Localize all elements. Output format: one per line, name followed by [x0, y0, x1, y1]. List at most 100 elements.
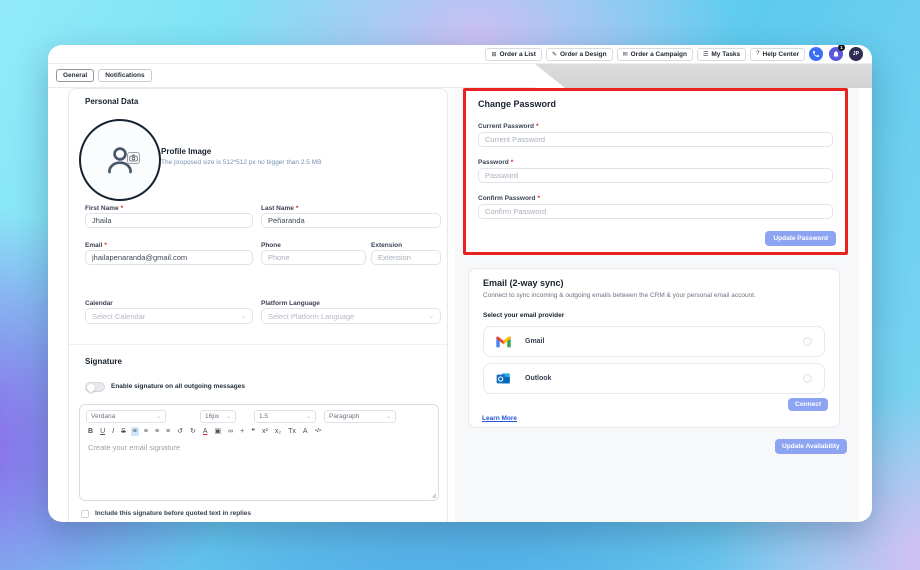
personal-data-title: Personal Data	[85, 97, 139, 106]
provider-row-gmail[interactable]: Gmail	[483, 326, 825, 357]
last-name-label: Last Name *	[261, 205, 299, 212]
font-size-select[interactable]: 16px ⌄	[200, 410, 236, 423]
update-password-button[interactable]: Update Password	[765, 231, 836, 246]
font-family-select[interactable]: Verdana ⌄	[86, 410, 166, 423]
platform-language-label: Platform Language	[261, 300, 320, 307]
align-center-icon[interactable]: ≡	[142, 427, 150, 436]
notification-badge: 1	[838, 45, 845, 51]
profile-image-hint: The proposed size is 512*512 px no bigge…	[161, 159, 322, 166]
platform-language-select[interactable]: Select Platform Language ⌄	[261, 308, 441, 324]
platform-language-select-value: Select Platform Language	[268, 311, 355, 321]
link-icon[interactable]: ∞	[226, 427, 235, 436]
provider-row-outlook[interactable]: Outlook	[483, 363, 825, 394]
connect-button[interactable]: Connect	[788, 398, 828, 411]
user-avatar[interactable]: JP	[849, 47, 863, 61]
subscript-icon[interactable]: x₂	[273, 427, 283, 436]
gmail-label: Gmail	[525, 338, 545, 345]
main-window: ⊞ Order a List ✎ Order a Design ✉ Order …	[48, 45, 872, 522]
image-icon[interactable]: ▣	[213, 427, 224, 436]
order-a-list-button[interactable]: ⊞ Order a List	[485, 47, 542, 61]
order-design-label: Order a Design	[559, 50, 607, 58]
order-list-icon: ⊞	[491, 51, 497, 58]
my-tasks-label: My Tasks	[711, 50, 741, 58]
strikethrough-icon[interactable]: S	[119, 427, 128, 436]
first-name-field[interactable]	[85, 213, 253, 228]
phone-field[interactable]	[261, 250, 366, 265]
learn-more-link[interactable]: Learn More	[482, 415, 517, 422]
outlook-icon	[496, 372, 510, 383]
superscript-icon[interactable]: x²	[260, 427, 270, 436]
password-field[interactable]	[478, 168, 833, 183]
confirm-password-label: Confirm Password *	[478, 195, 540, 202]
topbar: ⊞ Order a List ✎ Order a Design ✉ Order …	[48, 45, 872, 64]
paragraph-style-select[interactable]: Paragraph ⌄	[324, 410, 396, 423]
help-center-label: Help Center	[762, 50, 799, 58]
envelope-icon: ✉	[622, 51, 628, 58]
tabs-row: General Notifications	[48, 64, 535, 88]
order-campaign-label: Order a Campaign	[630, 50, 687, 58]
paragraph-style-value: Paragraph	[329, 413, 360, 420]
italic-icon[interactable]: I	[110, 427, 116, 436]
undo-icon[interactable]: ↺	[175, 427, 185, 436]
signature-toggle[interactable]	[85, 382, 105, 392]
email-sync-title: Email (2-way sync)	[483, 278, 564, 288]
insert-icon[interactable]: +	[238, 427, 246, 436]
tab-notifications[interactable]: Notifications	[98, 69, 152, 82]
tab-general[interactable]: General	[56, 69, 95, 82]
calendar-select-value: Select Calendar	[92, 311, 146, 321]
chevron-down-icon: ⌄	[385, 414, 391, 420]
upload-photo-button[interactable]	[127, 152, 140, 164]
editor-format-row: Verdana ⌄ 16px ⌄ 1.5 ⌄ Paragraph ⌄	[80, 405, 438, 425]
section-divider	[69, 344, 447, 345]
calendar-select[interactable]: Select Calendar ⌄	[85, 308, 253, 324]
profile-image-title: Profile Image	[161, 147, 212, 156]
my-tasks-button[interactable]: ☰ My Tasks	[696, 47, 747, 61]
outlook-radio[interactable]	[803, 374, 812, 383]
chevron-down-icon: ⌄	[305, 414, 311, 420]
extension-field[interactable]	[371, 250, 441, 265]
help-center-button[interactable]: ? Help Center	[750, 47, 805, 61]
order-a-campaign-button[interactable]: ✉ Order a Campaign	[616, 47, 693, 61]
question-icon: ?	[756, 51, 760, 57]
align-right-icon[interactable]: ≡	[153, 427, 161, 436]
redo-icon[interactable]: ↻	[188, 427, 198, 436]
font-family-value: Verdana	[91, 413, 116, 420]
password-label: Password *	[478, 159, 514, 166]
personal-data-panel: Personal Data Profile Image The proposed…	[68, 88, 448, 522]
highlight-icon[interactable]: A	[301, 427, 310, 436]
confirm-password-field[interactable]	[478, 204, 833, 219]
email-sync-description: Connect to sync incoming & outgoing emai…	[483, 292, 756, 299]
update-availability-button[interactable]: Update Availability	[775, 439, 847, 454]
email-field[interactable]	[85, 250, 253, 265]
line-height-select[interactable]: 1.5 ⌄	[254, 410, 316, 423]
chevron-down-icon: ⌄	[240, 313, 246, 320]
line-height-value: 1.5	[259, 413, 269, 420]
bold-icon[interactable]: B	[86, 427, 95, 436]
list-icon: ☰	[702, 51, 709, 58]
current-password-field[interactable]	[478, 132, 833, 147]
resize-handle-icon[interactable]: ◢	[431, 492, 436, 499]
blockquote-icon[interactable]: ❝	[249, 427, 257, 436]
change-password-title: Change Password	[478, 99, 557, 109]
signature-editor-placeholder[interactable]: Create your email signature	[88, 443, 180, 452]
outlook-label: Outlook	[525, 375, 552, 382]
font-size-value: 16px	[205, 413, 220, 420]
gmail-radio[interactable]	[803, 337, 812, 346]
align-justify-icon[interactable]: ≡	[164, 427, 172, 436]
first-name-label: First Name *	[85, 205, 124, 212]
profile-image-circle[interactable]	[79, 119, 161, 201]
chevron-down-icon: ⌄	[428, 313, 434, 320]
notifications-button[interactable]: 1	[829, 45, 845, 61]
phone-button[interactable]	[809, 47, 823, 61]
underline-icon[interactable]: U	[98, 427, 107, 436]
avatar-initials: JP	[852, 51, 860, 57]
order-a-design-button[interactable]: ✎ Order a Design	[545, 47, 613, 61]
include-signature-label: Include this signature before quoted tex…	[95, 510, 252, 517]
include-signature-checkbox[interactable]	[81, 510, 89, 518]
code-icon[interactable]: </>	[313, 428, 323, 436]
clear-format-icon[interactable]: Tx	[286, 427, 298, 436]
text-color-icon[interactable]: A	[201, 427, 210, 436]
calendar-label: Calendar	[85, 300, 113, 307]
last-name-field[interactable]	[261, 213, 441, 228]
align-left-icon[interactable]: ≡	[130, 427, 139, 436]
